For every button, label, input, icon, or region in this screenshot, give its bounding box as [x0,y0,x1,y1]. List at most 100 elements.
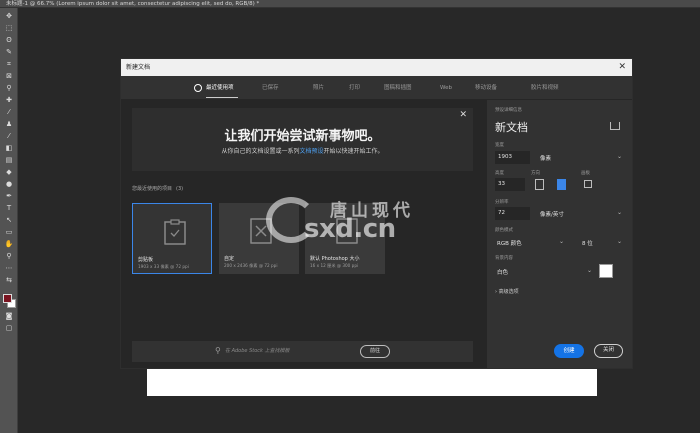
save-preset-icon[interactable] [610,122,620,130]
dialog-titlebar: 新建文档 ✕ [121,59,632,76]
banner-headline: 让我们开始尝试新事物吧。 [224,129,381,144]
width-unit-select[interactable]: 像素 [540,154,551,162]
tab-mobile[interactable]: 移动设备 [475,76,497,100]
preset-card-clipboard[interactable]: 剪贴板 1903 x 33 像素 @ 72 ppi [132,203,212,274]
color-mode-label: 颜色模式 [495,228,513,233]
resolution-label: 分辨率 [495,200,509,205]
preset-name: 剪贴板 [138,257,154,263]
quick-select-icon[interactable]: ✎ [4,48,14,57]
screen-mode-icon[interactable]: ▢ [4,324,14,333]
type-icon[interactable]: T [4,204,14,213]
preset-meta: 200 x 2436 像素 @ 72 ppi [224,263,278,268]
tab-web[interactable]: Web [440,76,452,100]
healing-icon[interactable]: ✚ [4,96,14,105]
pen-icon[interactable]: ✒ [4,192,14,201]
artboard-label: 画板 [581,171,590,176]
resolution-field[interactable]: 72 [495,207,530,220]
go-button[interactable]: 前往 [360,345,390,358]
preset-meta: 1903 x 33 像素 @ 72 ppi [138,264,189,269]
preset-name: 默认 Photoshop 大小 [310,256,360,262]
dialog-title: 新建文档 [126,64,151,71]
tab-film-video[interactable]: 胶片和视频 [531,76,559,100]
blur-icon[interactable]: ◆ [4,168,14,177]
eyedropper-icon[interactable]: ⚲ [4,84,14,93]
tab-photo[interactable]: 照片 [313,76,324,100]
recent-items-count: (3) [176,186,184,192]
background-select[interactable]: 白色 [497,268,508,276]
quick-mask-icon[interactable]: ◙ [4,312,14,321]
width-field[interactable]: 1903 [495,151,530,164]
document-tab-title: 未标题-1 @ 66.7% (Lorem ipsum dolor sit ame… [6,1,260,7]
artboard-checkbox[interactable] [584,180,592,188]
move-icon[interactable]: ✥ [4,12,14,21]
more-icon[interactable]: ⋯ [4,264,14,273]
width-value: 1903 [498,154,512,160]
preset-tabs: 最近使用项 已保存 照片 打印 图稿和插图 Web 移动设备 胶片和视频 [121,76,632,100]
close-icon[interactable]: ✕ [618,59,626,76]
dodge-icon[interactable]: ● [4,180,14,189]
create-button[interactable]: 创建 [554,344,584,358]
search-icon: ⚲ [215,346,221,355]
chevron-down-icon[interactable]: ⌄ [559,238,564,245]
resolution-value: 72 [498,210,505,216]
resolution-unit-select[interactable]: 像素/英寸 [540,210,564,218]
document-tab[interactable]: 未标题-1 @ 66.7% (Lorem ipsum dolor sit ame… [0,0,700,8]
swap-colors-icon[interactable]: ⇆ [4,276,14,285]
crop-icon[interactable]: ⌗ [4,60,14,69]
marquee-icon[interactable]: ⬚ [4,24,14,33]
clipboard-icon [164,219,186,245]
brush-icon[interactable]: ⁄ [4,108,14,117]
preset-name: 自定 [224,256,235,262]
stock-search-input[interactable]: 在 Adobe Stock 上查找模板 [225,341,290,362]
lasso-icon[interactable]: ʘ [4,36,14,45]
history-brush-icon[interactable]: ⁄ [4,132,14,141]
chevron-down-icon[interactable]: ⌄ [587,267,592,274]
gradient-icon[interactable]: ▤ [4,156,14,165]
banner-sub-after: 开始以快速开始工作。 [323,148,384,155]
recent-items-label: 您最近使用的项目 [132,186,173,192]
stock-search-bar: ⚲ 在 Adobe Stock 上查找模板 前往 [132,341,473,362]
stamp-icon[interactable]: ♟ [4,120,14,129]
close-button[interactable]: 关闭 [594,344,623,358]
chevron-down-icon[interactable]: ⌄ [617,238,622,245]
hand-icon[interactable]: ✋ [4,240,14,249]
preset-details-label: 预设详细信息 [495,108,522,113]
background-color-swatch[interactable] [599,264,613,278]
document-name[interactable]: 新文档 [495,119,528,135]
preset-meta: 16 x 12 厘米 @ 300 ppi [310,263,359,268]
zoom-icon[interactable]: ⚲ [4,252,14,261]
tab-print[interactable]: 打印 [349,76,360,100]
advanced-options-toggle[interactable]: › 高级选项 [495,288,519,295]
watermark-en: sxd.cn [304,214,396,244]
watermark-logo: 唐山现代 sxd.cn [266,193,436,248]
tools-panel: ✥ ⬚ ʘ ✎ ⌗ ⊠ ⚲ ✚ ⁄ ♟ ⁄ ◧ ▤ ◆ ● ✒ T ↖ ▭ ✋ ⚲ ⋯ ⇆ ◙ ▢ [0,8,18,433]
tab-art-illustration[interactable]: 图稿和插图 [384,76,412,100]
height-label: 高度 [495,171,504,176]
orientation-label: 方向 [531,171,540,176]
path-select-icon[interactable]: ↖ [4,216,14,225]
document-canvas[interactable] [147,368,597,396]
bit-depth-select[interactable]: 8 位 [582,239,593,247]
welcome-banner: ✕ 让我们开始尝试新事物吧。 从你自己的文档设置或一系列文档预设开始以快速开始工… [132,108,473,171]
portrait-orientation-icon[interactable] [535,179,544,190]
rectangle-icon[interactable]: ▭ [4,228,14,237]
preset-details-panel: 预设详细信息 新文档 宽度 1903 像素 ⌄ 高度 方向 画板 33 分辨率 … [487,100,632,368]
active-tab-indicator [206,97,238,98]
eraser-icon[interactable]: ◧ [4,144,14,153]
color-mode-select[interactable]: RGB 颜色 [497,239,522,247]
foreground-color-swatch[interactable] [3,294,12,303]
tab-saved[interactable]: 已保存 [262,76,279,100]
height-value: 33 [498,181,505,187]
chevron-right-icon: › [495,289,497,295]
recent-items-heading: 您最近使用的项目 (3) [132,185,183,192]
clock-icon [194,84,202,92]
banner-close-icon[interactable]: ✕ [459,110,467,120]
document-presets-link[interactable]: 文档预设 [299,148,323,155]
chevron-down-icon[interactable]: ⌄ [617,209,622,216]
height-field[interactable]: 33 [495,178,525,191]
background-label: 背景内容 [495,256,513,261]
frame-icon[interactable]: ⊠ [4,72,14,81]
width-label: 宽度 [495,143,504,148]
chevron-down-icon[interactable]: ⌄ [617,153,622,160]
landscape-orientation-icon[interactable] [557,179,566,190]
